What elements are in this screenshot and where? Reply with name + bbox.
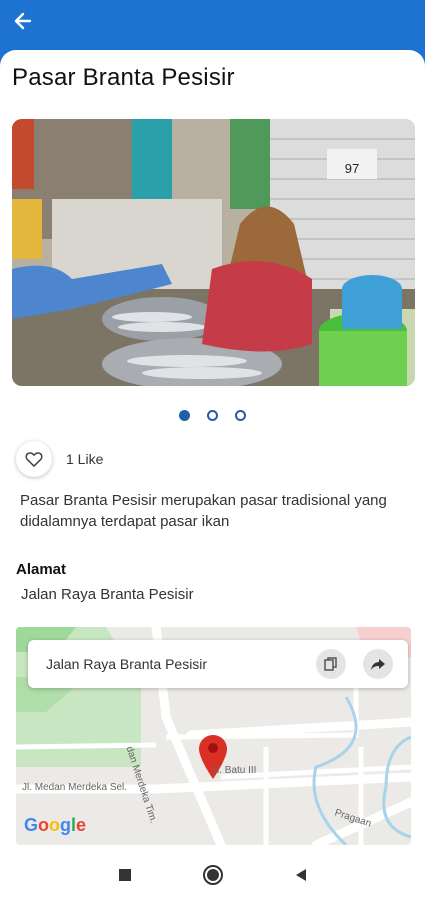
system-navigation-bar: [0, 850, 425, 900]
street-label: Jl. Medan Merdeka Sel.: [22, 782, 128, 793]
recents-button[interactable]: [113, 863, 137, 887]
back-button[interactable]: [8, 6, 38, 36]
triangle-back-icon: [296, 869, 306, 881]
like-count: 1 Like: [66, 451, 104, 467]
address-value: Jalan Raya Branta Pesisir: [21, 586, 194, 603]
map-address-text: Jalan Raya Branta Pesisir: [46, 656, 208, 672]
map-view[interactable]: Jl. Batu III Jl. Medan Merdeka Sel. dan …: [16, 627, 411, 845]
place-description: Pasar Branta Pesisir merupakan pasar tra…: [20, 492, 387, 530]
heart-outline-icon: [25, 452, 43, 467]
carousel-dot-3[interactable]: [235, 409, 246, 421]
circle-icon: [203, 865, 223, 885]
content-sheet: Pasar Branta Pesisir 97 1 Like Pasar Bra…: [0, 50, 425, 850]
share-address-button[interactable]: [363, 649, 393, 679]
home-button[interactable]: [201, 863, 225, 887]
carousel-dot-1[interactable]: [179, 409, 190, 421]
like-button[interactable]: [16, 441, 52, 477]
arrow-left-icon: [14, 12, 32, 30]
place-photo[interactable]: 97: [12, 119, 415, 386]
square-icon: [119, 869, 131, 881]
map-address-card: Jalan Raya Branta Pesisir: [28, 640, 408, 688]
carousel-dot-2[interactable]: [207, 409, 218, 421]
share-icon: [371, 659, 385, 670]
app-bar: [0, 0, 425, 56]
street-label: Jl. Batu III: [212, 765, 257, 776]
address-label: Alamat: [16, 561, 67, 578]
copy-icon: [324, 657, 337, 671]
photo-sign-number: 97: [345, 161, 359, 176]
market-photo-illustration: 97: [12, 119, 415, 386]
system-back-button[interactable]: [289, 863, 313, 887]
carousel-indicator: [0, 408, 425, 422]
page-title: Pasar Branta Pesisir: [12, 64, 235, 91]
google-logo: Google: [24, 815, 87, 835]
copy-address-button[interactable]: [316, 649, 346, 679]
